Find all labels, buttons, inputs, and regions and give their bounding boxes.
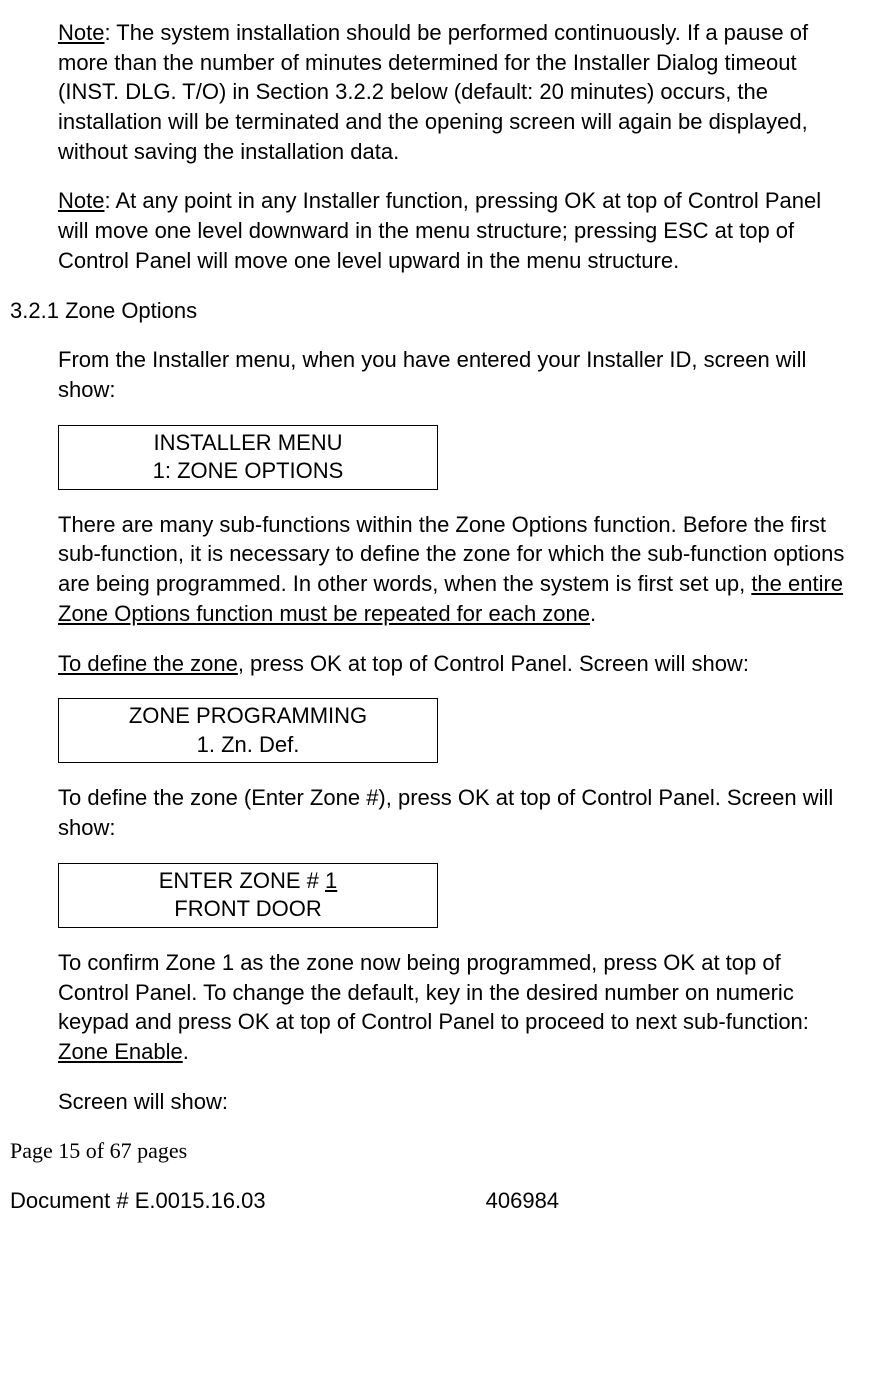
text: . (590, 601, 596, 626)
underlined-text: To define the zone (58, 651, 238, 676)
footer-right-number: 406984 (486, 1186, 559, 1216)
text: There are many sub-functions within the … (58, 512, 844, 596)
footer-document-number: Document # E.0015.16.03 (10, 1186, 266, 1216)
lcd-zone-number: 1 (325, 868, 337, 893)
note-paragraph-1: Note: The system installation should be … (58, 18, 850, 166)
paragraph: To define the zone, press OK at top of C… (58, 649, 850, 679)
section-heading: 3.2.1 Zone Options (10, 296, 850, 326)
lcd-line: INSTALLER MENU (59, 429, 437, 458)
paragraph: To confirm Zone 1 as the zone now being … (58, 948, 850, 1067)
lcd-display-enter-zone: ENTER ZONE # 1 FRONT DOOR (58, 863, 438, 928)
lcd-line: 1: ZONE OPTIONS (59, 457, 437, 486)
paragraph: Screen will show: (58, 1087, 850, 1117)
lcd-text: ENTER ZONE # (159, 868, 325, 893)
text: To confirm Zone 1 as the zone now being … (58, 950, 809, 1034)
text: , press OK at top of Control Panel. Scre… (238, 651, 749, 676)
lcd-line: 1. Zn. Def. (59, 731, 437, 760)
lcd-display-zone-programming: ZONE PROGRAMMING 1. Zn. Def. (58, 698, 438, 763)
note-label: Note (58, 20, 104, 45)
footer-page-number: Page 15 of 67 pages (10, 1136, 850, 1166)
paragraph: From the Installer menu, when you have e… (58, 345, 850, 404)
section-title: Zone Options (65, 298, 197, 323)
paragraph: To define the zone (Enter Zone #), press… (58, 783, 850, 842)
lcd-line: FRONT DOOR (59, 895, 437, 924)
paragraph: There are many sub-functions within the … (58, 510, 850, 629)
section-number: 3.2.1 (10, 296, 59, 326)
note-paragraph-2: Note: At any point in any Installer func… (58, 186, 850, 275)
lcd-display-installer-menu: INSTALLER MENU 1: ZONE OPTIONS (58, 425, 438, 490)
underlined-text: Zone Enable (58, 1039, 183, 1064)
note-label: Note (58, 188, 104, 213)
note-text: : The system installation should be perf… (58, 20, 808, 164)
lcd-line: ZONE PROGRAMMING (59, 702, 437, 731)
note-text: : At any point in any Installer function… (58, 188, 821, 272)
footer-document-info: Document # E.0015.16.03 406984 (10, 1186, 850, 1216)
text: . (183, 1039, 189, 1064)
lcd-line: ENTER ZONE # 1 (59, 867, 437, 896)
